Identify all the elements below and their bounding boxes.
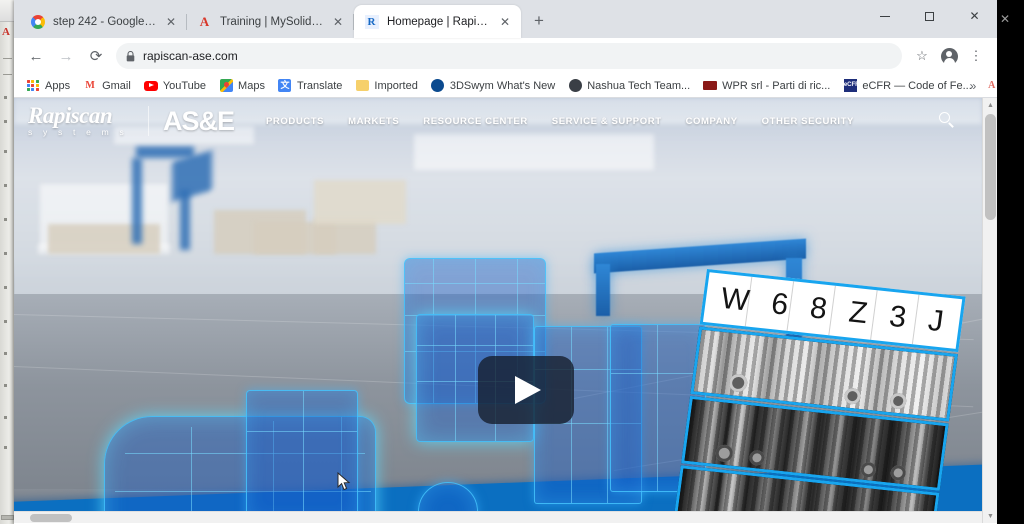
vertical-scrollbar-thumb[interactable] (985, 114, 996, 220)
bookmark-label: YouTube (162, 79, 207, 92)
search-icon[interactable] (938, 111, 956, 129)
close-icon[interactable]: ✕ (330, 14, 346, 30)
background-window-close-icon[interactable]: ✕ (1000, 12, 1010, 26)
bookmark-translate[interactable]: 文 Translate (272, 77, 348, 95)
scroll-up-arrow-icon[interactable]: ▲ (983, 98, 997, 112)
tab-title: Training | MySolidWorks (220, 15, 326, 28)
hero-video-banner[interactable]: W 6 8 Z 3 J Rapiscan s y s t e m s AS&E … (14, 98, 982, 523)
bookmark-apps[interactable]: Apps (20, 77, 76, 95)
background-pdf-icon: A (2, 26, 10, 38)
3dswym-icon (431, 79, 445, 93)
background-right-region (997, 0, 1024, 524)
bookmark-label: Gmail (102, 79, 131, 92)
tab-google-search[interactable]: step 242 - Google Search ✕ (20, 5, 187, 38)
logo-primary-subtext: s y s t e m s (28, 127, 128, 138)
bookmark-star-icon[interactable]: ☆ (909, 43, 935, 69)
tab-rapiscan-homepage[interactable]: R Homepage | Rapiscan AS&E ✕ (354, 5, 521, 38)
horizontal-scrollbar-thumb[interactable] (30, 514, 72, 522)
wpr-icon (703, 79, 718, 93)
acrobat-icon: A (199, 13, 210, 29)
url-text: rapiscan-ase.com (143, 49, 238, 63)
gmail-icon: M (85, 79, 95, 91)
bookmark-label: Imported (374, 79, 418, 92)
nav-item-company[interactable]: COMPANY (686, 116, 738, 127)
play-triangle-icon (515, 376, 541, 404)
browser-window: step 242 - Google Search ✕ A Training | … (14, 0, 997, 524)
youtube-icon (143, 79, 158, 93)
nashua-icon (568, 79, 582, 93)
gantry-post-left (596, 264, 610, 316)
folder-icon (355, 79, 369, 93)
bookmarks-overflow-icon[interactable]: » (965, 78, 981, 94)
bookmark-label: 3DSwym What's New (449, 79, 556, 92)
play-video-button[interactable] (478, 356, 574, 424)
new-tab-button[interactable]: + (525, 7, 553, 35)
reload-button[interactable]: ⟳ (82, 42, 110, 70)
bookmark-industrial-equipment[interactable]: A Industrial Equipme... (979, 77, 997, 95)
scroll-down-arrow-icon[interactable]: ▼ (983, 509, 997, 523)
bookmark-label: Nashua Tech Team... (587, 79, 691, 92)
xray-result-panel: W 6 8 Z 3 J (663, 269, 973, 523)
bookmark-maps[interactable]: Maps (213, 77, 271, 95)
close-icon[interactable]: ✕ (163, 14, 179, 30)
bookmark-gmail[interactable]: M Gmail (77, 77, 137, 95)
maps-icon (219, 79, 233, 93)
maximize-button[interactable] (907, 0, 952, 32)
background-window-scrollbar[interactable] (1, 515, 14, 520)
bookmarks-bar: Apps M Gmail YouTube Maps 文 Translate Im… (14, 74, 997, 98)
ase-logo[interactable]: AS&E (163, 107, 235, 135)
browser-toolbar: ← → ⟳ rapiscan-ase.com ☆ ⋮ (14, 38, 997, 74)
bookmark-label: Maps (238, 79, 265, 92)
nav-item-markets[interactable]: MARKETS (348, 116, 399, 127)
wireframe-cab-roof (246, 390, 358, 522)
bookmark-label: eCFR — Code of Fe... (862, 79, 972, 92)
site-header: Rapiscan s y s t e m s AS&E PRODUCTS MAR… (14, 98, 982, 144)
vertical-scrollbar[interactable]: ▲ ▼ (982, 98, 997, 523)
rapiscan-icon: R (364, 14, 379, 29)
google-icon (30, 14, 45, 29)
close-icon[interactable]: ✕ (497, 14, 513, 30)
bookmark-label: Apps (45, 79, 71, 92)
horizontal-scrollbar[interactable] (14, 511, 982, 523)
bookmark-ecfr[interactable]: eCFR eCFR — Code of Fe... (837, 77, 977, 95)
profile-avatar[interactable] (936, 43, 962, 69)
tab-strip: step 242 - Google Search ✕ A Training | … (14, 0, 997, 38)
bookmark-3dswym[interactable]: 3DSwym What's New (425, 77, 561, 95)
bookmark-wpr-srl[interactable]: WPR srl - Parti di ric... (697, 77, 836, 95)
bookmark-nashua-tech-team[interactable]: Nashua Tech Team... (562, 77, 696, 95)
lock-icon (126, 50, 135, 62)
bookmark-youtube[interactable]: YouTube (138, 77, 212, 95)
pdf-icon: A (988, 79, 996, 91)
chrome-menu-icon[interactable]: ⋮ (963, 43, 989, 69)
nav-item-other-security[interactable]: OTHER SECURITY (762, 116, 854, 127)
back-button[interactable]: ← (22, 42, 50, 70)
logo-primary-text: Rapiscan (28, 102, 113, 128)
nav-item-resource-center[interactable]: RESOURCE CENTER (423, 116, 528, 127)
tab-mysolidworks[interactable]: A Training | MySolidWorks ✕ (187, 5, 354, 38)
bookmark-label: WPR srl - Parti di ric... (722, 79, 831, 92)
screen: A ✕ step 242 - Google Search ✕ A (0, 0, 1024, 524)
ecfr-icon: eCFR (843, 79, 860, 93)
address-bar[interactable]: rapiscan-ase.com (116, 43, 902, 69)
translate-icon: 文 (278, 79, 292, 92)
minimize-button[interactable] (862, 0, 907, 32)
window-controls: ✕ (862, 0, 997, 32)
page-viewport: W 6 8 Z 3 J Rapiscan s y s t e m s AS&E … (14, 98, 997, 523)
tab-title: Homepage | Rapiscan AS&E (387, 15, 493, 28)
bookmark-imported-folder[interactable]: Imported (349, 77, 423, 95)
forward-button[interactable]: → (52, 42, 80, 70)
rapiscan-logo[interactable]: Rapiscan s y s t e m s (28, 102, 132, 138)
toolbar-right-actions: ☆ ⋮ (908, 43, 989, 69)
nav-item-service-support[interactable]: SERVICE & SUPPORT (552, 116, 662, 127)
site-nav: PRODUCTS MARKETS RESOURCE CENTER SERVICE… (266, 116, 854, 127)
nav-item-products[interactable]: PRODUCTS (266, 116, 324, 127)
logo-divider (147, 106, 149, 136)
bookmark-label: Translate (296, 79, 343, 92)
tab-title: step 242 - Google Search (53, 15, 159, 28)
apps-grid-icon (26, 79, 40, 93)
close-window-button[interactable]: ✕ (952, 0, 997, 32)
